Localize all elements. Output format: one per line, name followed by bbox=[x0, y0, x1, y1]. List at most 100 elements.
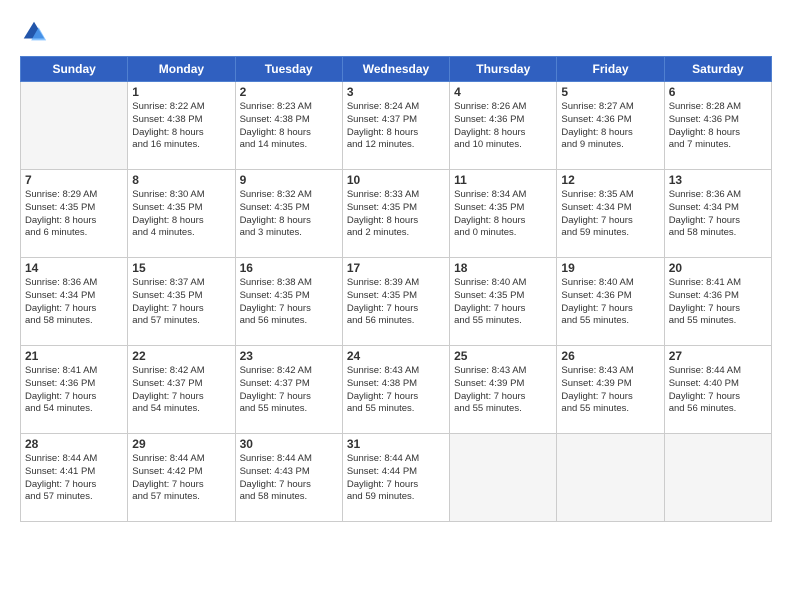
day-number: 9 bbox=[240, 173, 338, 187]
day-number: 7 bbox=[25, 173, 123, 187]
day-number: 15 bbox=[132, 261, 230, 275]
day-info: Sunrise: 8:33 AMSunset: 4:35 PMDaylight:… bbox=[347, 189, 445, 240]
day-number: 30 bbox=[240, 437, 338, 451]
day-info: Sunrise: 8:36 AMSunset: 4:34 PMDaylight:… bbox=[25, 277, 123, 328]
day-info: Sunrise: 8:38 AMSunset: 4:35 PMDaylight:… bbox=[240, 277, 338, 328]
calendar-cell: 31 Sunrise: 8:44 AMSunset: 4:44 PMDayligh… bbox=[342, 434, 449, 522]
calendar-cell: 23 Sunrise: 8:42 AMSunset: 4:37 PMDayligh… bbox=[235, 346, 342, 434]
calendar-cell bbox=[450, 434, 557, 522]
calendar-cell: 21Sunrise: 8:41 AMSunset: 4:36 PMDayligh… bbox=[21, 346, 128, 434]
calendar: SundayMondayTuesdayWednesdayThursdayFrid… bbox=[20, 56, 772, 522]
day-number: 14 bbox=[25, 261, 123, 275]
calendar-cell: 22 Sunrise: 8:42 AMSunset: 4:37 PMDayligh… bbox=[128, 346, 235, 434]
calendar-cell: 24Sunrise: 8:43 AMSunset: 4:38 PMDayligh… bbox=[342, 346, 449, 434]
day-number: 16 bbox=[240, 261, 338, 275]
day-info: Sunrise: 8:28 AMSunset: 4:36 PMDaylight:… bbox=[669, 101, 767, 152]
calendar-cell: 8 Sunrise: 8:30 AMSunset: 4:35 PMDaylight… bbox=[128, 170, 235, 258]
day-info: Sunrise: 8:22 AMSunset: 4:38 PMDaylight:… bbox=[132, 101, 230, 152]
calendar-cell: 16 Sunrise: 8:38 AMSunset: 4:35 PMDayligh… bbox=[235, 258, 342, 346]
calendar-cell: 14 Sunrise: 8:36 AMSunset: 4:34 PMDayligh… bbox=[21, 258, 128, 346]
calendar-cell: 20 Sunrise: 8:41 AMSunset: 4:36 PMDayligh… bbox=[664, 258, 771, 346]
day-info: Sunrise: 8:24 AMSunset: 4:37 PMDaylight:… bbox=[347, 101, 445, 152]
day-info: Sunrise: 8:37 AMSunset: 4:35 PMDaylight:… bbox=[132, 277, 230, 328]
calendar-cell bbox=[21, 82, 128, 170]
calendar-cell: 7 Sunrise: 8:29 AMSunset: 4:35 PMDaylight… bbox=[21, 170, 128, 258]
day-number: 25 bbox=[454, 349, 552, 363]
day-info: Sunrise: 8:43 AMSunset: 4:39 PMDaylight:… bbox=[454, 365, 552, 416]
day-info: Sunrise: 8:35 AMSunset: 4:34 PMDaylight:… bbox=[561, 189, 659, 240]
weekday-header-saturday: Saturday bbox=[664, 57, 771, 82]
weekday-header-thursday: Thursday bbox=[450, 57, 557, 82]
day-info: Sunrise: 8:40 AMSunset: 4:36 PMDaylight:… bbox=[561, 277, 659, 328]
day-number: 5 bbox=[561, 85, 659, 99]
day-info: Sunrise: 8:30 AMSunset: 4:35 PMDaylight:… bbox=[132, 189, 230, 240]
weekday-header-wednesday: Wednesday bbox=[342, 57, 449, 82]
day-info: Sunrise: 8:23 AMSunset: 4:38 PMDaylight:… bbox=[240, 101, 338, 152]
weekday-header-sunday: Sunday bbox=[21, 57, 128, 82]
day-number: 20 bbox=[669, 261, 767, 275]
calendar-cell bbox=[664, 434, 771, 522]
week-row-2: 7 Sunrise: 8:29 AMSunset: 4:35 PMDaylight… bbox=[21, 170, 772, 258]
page: SundayMondayTuesdayWednesdayThursdayFrid… bbox=[0, 0, 792, 612]
day-number: 4 bbox=[454, 85, 552, 99]
week-row-4: 21Sunrise: 8:41 AMSunset: 4:36 PMDayligh… bbox=[21, 346, 772, 434]
day-number: 24 bbox=[347, 349, 445, 363]
day-info: Sunrise: 8:32 AMSunset: 4:35 PMDaylight:… bbox=[240, 189, 338, 240]
calendar-cell: 27 Sunrise: 8:44 AMSunset: 4:40 PMDayligh… bbox=[664, 346, 771, 434]
day-number: 31 bbox=[347, 437, 445, 451]
day-info: Sunrise: 8:44 AMSunset: 4:41 PMDaylight:… bbox=[25, 453, 123, 504]
day-info: Sunrise: 8:44 AMSunset: 4:44 PMDaylight:… bbox=[347, 453, 445, 504]
day-number: 29 bbox=[132, 437, 230, 451]
day-info: Sunrise: 8:44 AMSunset: 4:42 PMDaylight:… bbox=[132, 453, 230, 504]
day-number: 2 bbox=[240, 85, 338, 99]
week-row-5: 28Sunrise: 8:44 AMSunset: 4:41 PMDayligh… bbox=[21, 434, 772, 522]
day-info: Sunrise: 8:42 AMSunset: 4:37 PMDaylight:… bbox=[132, 365, 230, 416]
weekday-header-monday: Monday bbox=[128, 57, 235, 82]
calendar-cell: 17Sunrise: 8:39 AMSunset: 4:35 PMDayligh… bbox=[342, 258, 449, 346]
logo bbox=[20, 18, 52, 46]
calendar-cell: 1 Sunrise: 8:22 AMSunset: 4:38 PMDaylight… bbox=[128, 82, 235, 170]
day-info: Sunrise: 8:36 AMSunset: 4:34 PMDaylight:… bbox=[669, 189, 767, 240]
day-number: 23 bbox=[240, 349, 338, 363]
day-info: Sunrise: 8:44 AMSunset: 4:40 PMDaylight:… bbox=[669, 365, 767, 416]
day-number: 19 bbox=[561, 261, 659, 275]
calendar-cell: 6Sunrise: 8:28 AMSunset: 4:36 PMDaylight… bbox=[664, 82, 771, 170]
day-info: Sunrise: 8:39 AMSunset: 4:35 PMDaylight:… bbox=[347, 277, 445, 328]
calendar-cell: 9 Sunrise: 8:32 AMSunset: 4:35 PMDaylight… bbox=[235, 170, 342, 258]
calendar-cell: 29 Sunrise: 8:44 AMSunset: 4:42 PMDayligh… bbox=[128, 434, 235, 522]
calendar-cell: 10 Sunrise: 8:33 AMSunset: 4:35 PMDayligh… bbox=[342, 170, 449, 258]
day-number: 27 bbox=[669, 349, 767, 363]
calendar-cell: 15 Sunrise: 8:37 AMSunset: 4:35 PMDayligh… bbox=[128, 258, 235, 346]
day-number: 12 bbox=[561, 173, 659, 187]
day-info: Sunrise: 8:40 AMSunset: 4:35 PMDaylight:… bbox=[454, 277, 552, 328]
day-info: Sunrise: 8:42 AMSunset: 4:37 PMDaylight:… bbox=[240, 365, 338, 416]
day-number: 21 bbox=[25, 349, 123, 363]
day-number: 8 bbox=[132, 173, 230, 187]
day-number: 11 bbox=[454, 173, 552, 187]
day-number: 3 bbox=[347, 85, 445, 99]
calendar-cell: 19 Sunrise: 8:40 AMSunset: 4:36 PMDayligh… bbox=[557, 258, 664, 346]
day-number: 10 bbox=[347, 173, 445, 187]
logo-icon bbox=[20, 18, 48, 46]
weekday-header-tuesday: Tuesday bbox=[235, 57, 342, 82]
day-info: Sunrise: 8:44 AMSunset: 4:43 PMDaylight:… bbox=[240, 453, 338, 504]
day-number: 22 bbox=[132, 349, 230, 363]
calendar-cell: 3 Sunrise: 8:24 AMSunset: 4:37 PMDaylight… bbox=[342, 82, 449, 170]
calendar-cell: 11Sunrise: 8:34 AMSunset: 4:35 PMDayligh… bbox=[450, 170, 557, 258]
day-number: 26 bbox=[561, 349, 659, 363]
calendar-cell: 4Sunrise: 8:26 AMSunset: 4:36 PMDaylight… bbox=[450, 82, 557, 170]
weekday-header-row: SundayMondayTuesdayWednesdayThursdayFrid… bbox=[21, 57, 772, 82]
day-info: Sunrise: 8:29 AMSunset: 4:35 PMDaylight:… bbox=[25, 189, 123, 240]
weekday-header-friday: Friday bbox=[557, 57, 664, 82]
calendar-cell: 2 Sunrise: 8:23 AMSunset: 4:38 PMDaylight… bbox=[235, 82, 342, 170]
calendar-cell: 30 Sunrise: 8:44 AMSunset: 4:43 PMDayligh… bbox=[235, 434, 342, 522]
day-number: 1 bbox=[132, 85, 230, 99]
day-info: Sunrise: 8:41 AMSunset: 4:36 PMDaylight:… bbox=[669, 277, 767, 328]
calendar-cell: 5 Sunrise: 8:27 AMSunset: 4:36 PMDaylight… bbox=[557, 82, 664, 170]
calendar-cell: 12 Sunrise: 8:35 AMSunset: 4:34 PMDayligh… bbox=[557, 170, 664, 258]
calendar-cell: 28Sunrise: 8:44 AMSunset: 4:41 PMDayligh… bbox=[21, 434, 128, 522]
day-info: Sunrise: 8:27 AMSunset: 4:36 PMDaylight:… bbox=[561, 101, 659, 152]
calendar-cell bbox=[557, 434, 664, 522]
day-number: 13 bbox=[669, 173, 767, 187]
week-row-3: 14 Sunrise: 8:36 AMSunset: 4:34 PMDayligh… bbox=[21, 258, 772, 346]
